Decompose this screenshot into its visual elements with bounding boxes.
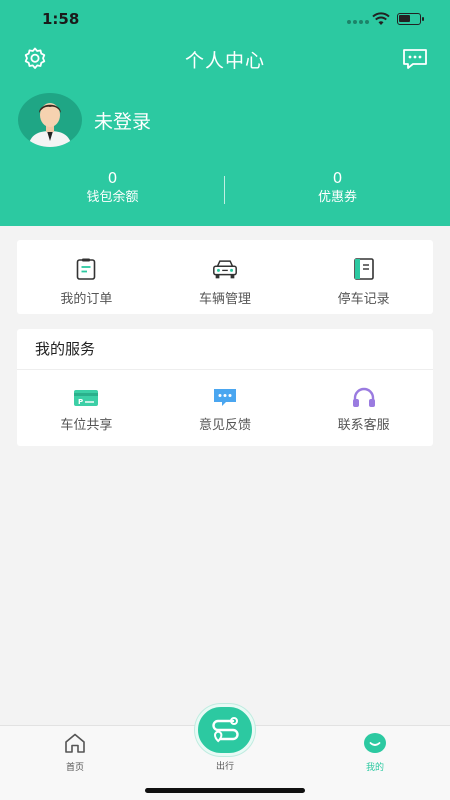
route-icon — [212, 717, 239, 743]
parking-records-button[interactable]: 停车记录 — [294, 240, 433, 314]
wallet-balance[interactable]: 0 钱包余额 — [0, 168, 225, 208]
wallet-balance-label: 钱包余额 — [86, 190, 139, 205]
home-indicator[interactable] — [145, 788, 305, 793]
svg-text:P: P — [78, 398, 83, 406]
wallet-balance-value: 0 — [107, 169, 118, 187]
parking-records-label: 停车记录 — [337, 292, 390, 307]
avatar[interactable] — [18, 93, 82, 147]
login-status[interactable]: 未登录 — [94, 107, 151, 134]
home-icon — [65, 733, 85, 753]
tab-mine[interactable]: 我的 — [300, 732, 450, 773]
tab-go-label: 出行 — [215, 762, 234, 772]
profile-header: 1:58 个人中心 未登录 0 钱包余额 0 优惠券 — [0, 0, 450, 226]
status-bar: 1:58 — [0, 0, 450, 40]
services-title: 我的服务 — [17, 329, 433, 370]
services-card: 我的服务 P 车位共享 意见反馈 联系客服 — [17, 329, 433, 446]
tab-mine-label: 我的 — [365, 763, 384, 773]
feedback-button[interactable]: 意见反馈 — [156, 370, 295, 433]
page-title: 个人中心 — [184, 50, 265, 72]
message-icon — [403, 49, 427, 69]
my-orders-button[interactable]: 我的订单 — [17, 240, 156, 314]
parking-card-icon: P — [74, 390, 99, 406]
customer-service-button[interactable]: 联系客服 — [294, 370, 433, 433]
coupons[interactable]: 0 优惠券 — [225, 168, 450, 208]
record-book-icon — [353, 258, 374, 280]
tab-home-label: 首页 — [65, 763, 84, 773]
smile-icon — [364, 733, 386, 753]
car-icon — [213, 260, 237, 279]
messages-button[interactable] — [400, 44, 430, 74]
headset-icon — [352, 387, 375, 407]
coupons-value: 0 — [332, 169, 343, 187]
vehicle-management-label: 车辆管理 — [199, 292, 252, 307]
quick-actions-card: 我的订单 车辆管理 停车记录 — [17, 240, 433, 314]
space-sharing-button[interactable]: P 车位共享 — [17, 370, 156, 433]
battery-icon — [397, 13, 424, 25]
customer-service-label: 联系客服 — [337, 418, 390, 433]
signal-icon — [347, 20, 369, 24]
tab-home[interactable]: 首页 — [0, 732, 150, 773]
feedback-label: 意见反馈 — [199, 418, 252, 433]
space-sharing-label: 车位共享 — [60, 418, 113, 433]
tab-go-button[interactable] — [195, 704, 255, 756]
coupons-label: 优惠券 — [317, 190, 357, 205]
order-clipboard-icon — [77, 258, 96, 280]
chat-bubble-icon — [214, 389, 236, 406]
status-time: 1:58 — [42, 10, 80, 28]
vehicle-management-button[interactable]: 车辆管理 — [156, 240, 295, 314]
wifi-icon — [372, 12, 390, 25]
my-orders-label: 我的订单 — [60, 292, 113, 307]
